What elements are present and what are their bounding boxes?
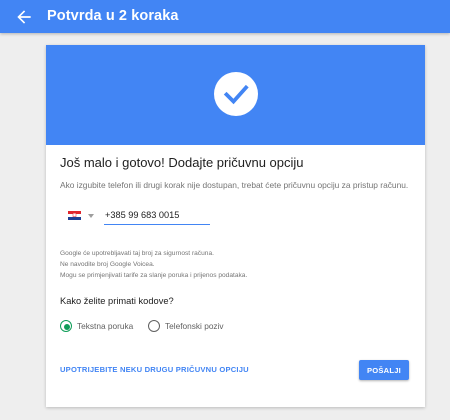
card-headline: Još malo i gotovo! Dodajte pričuvnu opci… [60,155,304,170]
check-circle-icon [214,72,258,116]
info-note: Ne navodite broj Google Voicea. [60,261,155,268]
card-description: Ako izgubite telefon ili drugi korak nij… [60,180,409,190]
page-title: Potvrda u 2 koraka [47,8,179,24]
info-note: Google će upotrebljavati taj broj za sig… [60,250,214,257]
phone-number-input[interactable] [104,208,210,225]
use-other-backup-link[interactable]: UPOTRIJEBITE NEKU DRUGU PRIČUVNU OPCIJU [60,365,249,374]
radio-label: Tekstna poruka [77,321,134,331]
arrow-back-icon[interactable] [14,7,34,27]
hero-banner [46,45,425,145]
delivery-question: Kako želite primati kodove? [60,296,174,306]
radio-checked-icon [60,320,72,332]
chevron-down-icon [88,214,94,218]
radio-unchecked-icon [148,320,160,332]
send-button[interactable]: POŠALJI [359,360,409,380]
info-note: Mogu se primjenjivati tarife za slanje p… [60,272,248,279]
app-bar: Potvrda u 2 koraka [0,0,450,33]
croatia-flag-icon [68,211,81,220]
radio-label: Telefonski poziv [165,321,224,331]
radio-text-message[interactable]: Tekstna poruka [60,319,150,333]
setup-card: Još malo i gotovo! Dodajte pričuvnu opci… [46,45,425,407]
radio-phone-call[interactable]: Telefonski poziv [148,319,243,333]
